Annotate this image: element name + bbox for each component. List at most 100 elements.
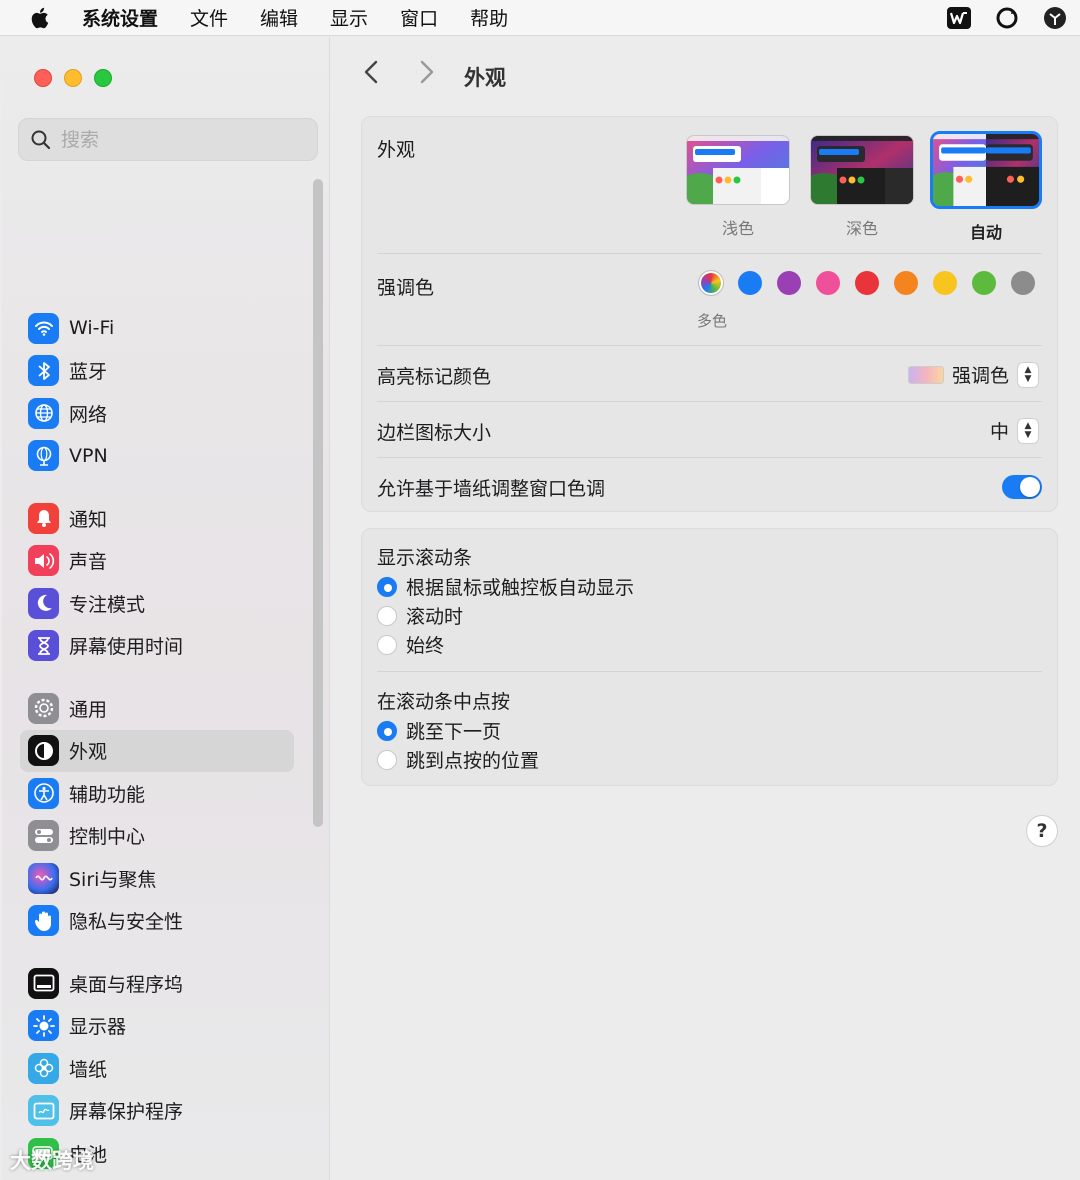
- sidebar-item-network[interactable]: 网络: [20, 392, 294, 435]
- menu-bar: 系统设置 文件 编辑 显示 窗口 帮助: [0, 0, 1080, 36]
- sidebar-item-label: 屏幕保护程序: [69, 1101, 184, 1124]
- accent-graphite[interactable]: [1011, 271, 1035, 295]
- accessibility-icon: [28, 777, 59, 809]
- radio-button[interactable]: [377, 634, 397, 655]
- shield-icon[interactable]: [1042, 5, 1068, 31]
- sun-icon: [28, 1010, 59, 1042]
- radio-label: 滚动时: [406, 606, 464, 628]
- accent-purple[interactable]: [777, 271, 801, 295]
- menu-file[interactable]: 文件: [190, 4, 228, 31]
- theme-light[interactable]: 浅色: [686, 135, 790, 239]
- accent-blue[interactable]: [738, 271, 762, 295]
- divider: [377, 457, 1042, 458]
- sidebar-item-screensaver[interactable]: 屏幕保护程序: [20, 1090, 294, 1133]
- sidebar-item-label: Siri与聚焦: [69, 868, 157, 891]
- menu-edit[interactable]: 编辑: [260, 4, 298, 31]
- sidebar-item-appearance[interactable]: 外观: [20, 729, 294, 772]
- sidebar-item-wallpaper[interactable]: 墙纸: [20, 1047, 294, 1090]
- sidebar-item-label: 通知: [69, 508, 108, 531]
- accent-color-label: 强调色: [377, 277, 435, 299]
- sidebar-item-displays[interactable]: 显示器: [20, 1005, 294, 1048]
- divider: [377, 345, 1042, 346]
- radio-button[interactable]: [377, 749, 397, 770]
- radio-jump-to-spot[interactable]: 跳到点按的位置: [377, 746, 539, 773]
- sidebar-item-privacy[interactable]: 隐私与安全性: [20, 900, 294, 943]
- speaker-icon: [28, 545, 59, 577]
- sidebar-item-control-center[interactable]: 控制中心: [20, 815, 294, 858]
- wps-icon[interactable]: [946, 5, 972, 31]
- appearance-label: 外观: [377, 139, 416, 161]
- theme-dark[interactable]: 深色: [810, 135, 914, 239]
- sidebar-item-desktop-dock[interactable]: 桌面与程序坞: [20, 962, 294, 1005]
- accent-multicolor[interactable]: [699, 271, 723, 295]
- wifi-icon: [28, 312, 59, 344]
- accent-orange[interactable]: [894, 271, 918, 295]
- menu-help[interactable]: 帮助: [470, 4, 508, 31]
- radio-jump-next-page[interactable]: 跳至下一页: [377, 717, 501, 744]
- radio-button[interactable]: [377, 605, 397, 626]
- sidebar-item-label: 控制中心: [69, 826, 146, 849]
- radio-scroll-always[interactable]: 始终: [377, 631, 444, 658]
- back-button[interactable]: [363, 59, 379, 92]
- radio-button[interactable]: [377, 576, 397, 597]
- radio-scroll-when-scrolling[interactable]: 滚动时: [377, 602, 463, 629]
- sidebar-item-focus[interactable]: 专注模式: [20, 582, 294, 625]
- click-scrollbar-label: 在滚动条中点按: [377, 691, 511, 713]
- search-input[interactable]: [61, 128, 291, 151]
- divider: [377, 253, 1042, 254]
- theme-auto-thumbnail: [930, 131, 1042, 209]
- minimize-button[interactable]: [64, 69, 82, 87]
- highlight-color-popup[interactable]: 强调色 ▲ ▼: [907, 361, 1039, 388]
- dock-icon: [28, 967, 59, 999]
- radio-scroll-auto[interactable]: 根据鼠标或触控板自动显示: [377, 573, 634, 600]
- sidebar-item-label: 显示器: [69, 1016, 127, 1039]
- sidebar-item-label: 屏幕使用时间: [69, 636, 184, 659]
- scrollbar-settings-card: 显示滚动条 根据鼠标或触控板自动显示 滚动时 始终 在滚动条中点按 跳至下一页: [361, 528, 1058, 786]
- theme-auto[interactable]: 自动: [930, 131, 1042, 243]
- sidebar-item-label: Wi-Fi: [69, 317, 115, 340]
- apple-icon[interactable]: [0, 5, 82, 31]
- accent-pink[interactable]: [816, 271, 840, 295]
- highlight-swatch: [907, 365, 944, 384]
- sidebar-item-notifications[interactable]: 通知: [20, 497, 294, 540]
- sidebar-icon-size-value: 中: [989, 421, 1009, 443]
- wallpaper-tint-toggle[interactable]: [1002, 475, 1042, 499]
- radio-label: 跳至下一页: [406, 721, 502, 743]
- sync-icon[interactable]: [994, 5, 1020, 31]
- search-field[interactable]: [18, 118, 318, 161]
- radio-button[interactable]: [377, 720, 397, 741]
- close-button[interactable]: [34, 69, 52, 87]
- zoom-button[interactable]: [94, 69, 112, 87]
- sidebar-item-siri[interactable]: Siri与聚焦: [20, 857, 294, 900]
- sidebar-item-label: 专注模式: [69, 593, 146, 616]
- sidebar-icon-size-popup[interactable]: 中 ▲ ▼: [990, 417, 1039, 444]
- highlight-color-label: 高亮标记颜色: [377, 366, 492, 388]
- menu-window[interactable]: 窗口: [400, 4, 438, 31]
- flower-icon: [28, 1052, 59, 1084]
- help-button[interactable]: ?: [1026, 815, 1058, 847]
- accent-red[interactable]: [855, 271, 879, 295]
- accent-green[interactable]: [972, 271, 996, 295]
- sidebar-item-accessibility[interactable]: 辅助功能: [20, 772, 294, 815]
- menu-system-settings[interactable]: 系统设置: [82, 4, 158, 31]
- forward-button[interactable]: [419, 59, 435, 92]
- accent-yellow[interactable]: [933, 271, 957, 295]
- radio-label: 跳到点按的位置: [406, 750, 540, 772]
- sidebar-item-label: 声音: [69, 551, 108, 574]
- sidebar-group-notifications: 通知 声音 专注模式 屏幕使用时间: [20, 497, 294, 667]
- sidebar-item-wifi[interactable]: Wi-Fi: [20, 307, 294, 350]
- gear-icon: [28, 692, 59, 724]
- theme-auto-label: 自动: [969, 223, 1002, 242]
- sidebar-item-vpn[interactable]: VPN: [20, 435, 294, 478]
- sidebar-scrollbar[interactable]: [313, 179, 323, 827]
- theme-light-thumbnail: [686, 135, 790, 205]
- sidebar-group-general: 通用 外观 辅助功能 控制中心 Siri与聚焦 隐私与安全性: [20, 687, 294, 942]
- chevron-updown-icon: ▲ ▼: [1017, 361, 1039, 388]
- sidebar-item-bluetooth[interactable]: 蓝牙: [20, 350, 294, 393]
- sidebar-item-screen-time[interactable]: 屏幕使用时间: [20, 625, 294, 668]
- menu-view[interactable]: 显示: [330, 4, 368, 31]
- settings-window: Wi-Fi 蓝牙 网络 VPN: [0, 37, 1080, 1180]
- sidebar-item-sound[interactable]: 声音: [20, 540, 294, 583]
- hand-icon: [28, 905, 59, 937]
- sidebar-item-general[interactable]: 通用: [20, 687, 294, 730]
